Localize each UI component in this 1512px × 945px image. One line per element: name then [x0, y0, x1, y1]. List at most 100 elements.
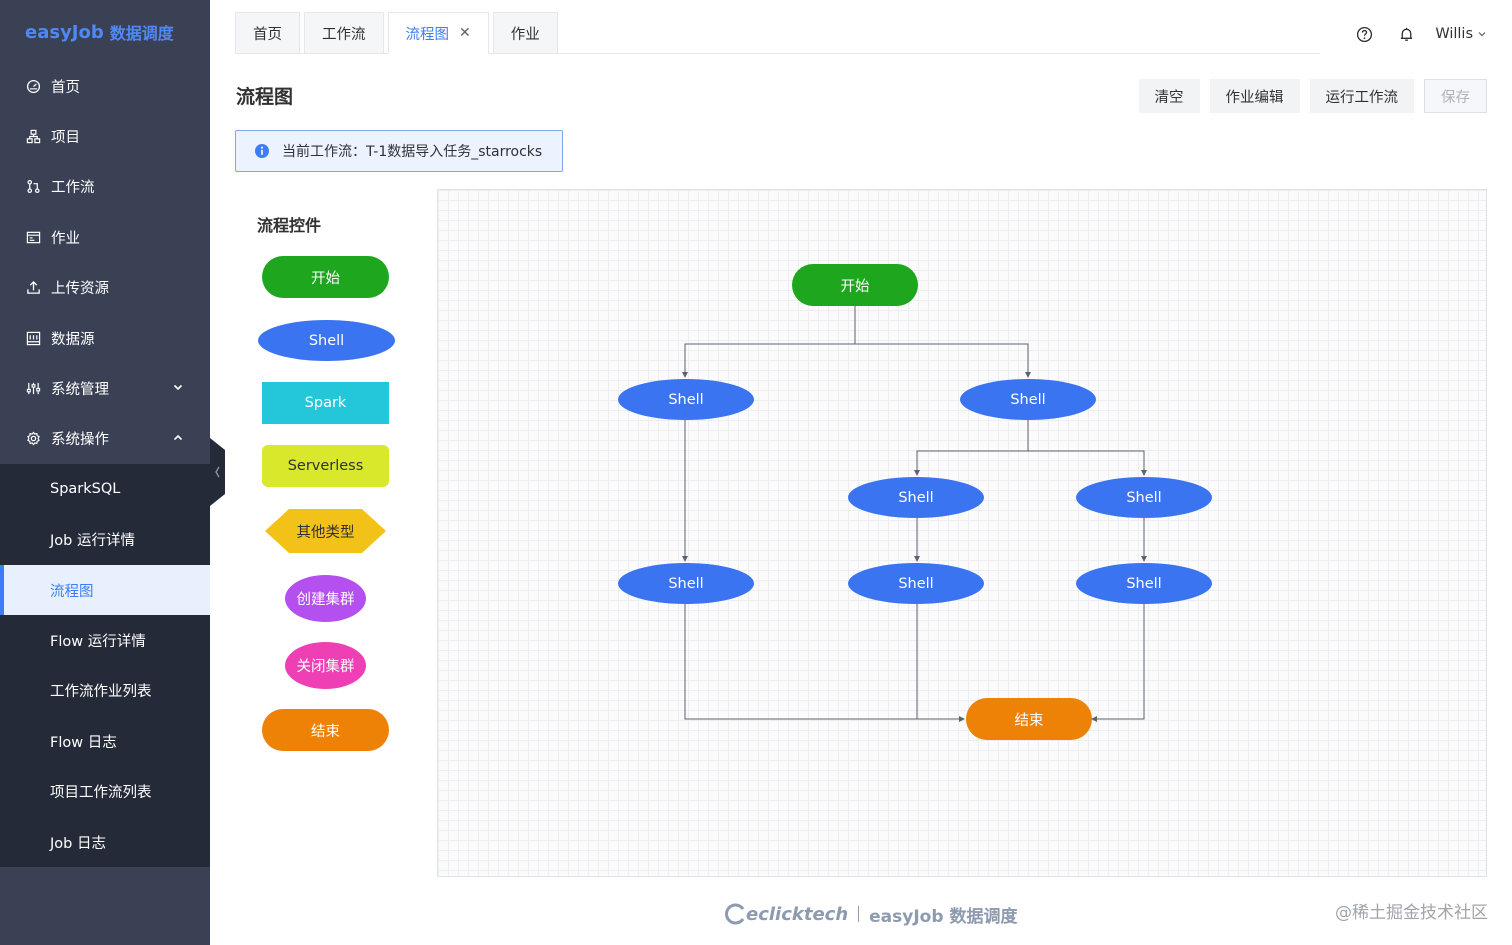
save-button[interactable]: 保存 [1424, 79, 1487, 113]
close-icon[interactable]: ✕ [459, 25, 471, 41]
watermark: @稀土掘金技术社区 [1335, 903, 1488, 923]
footer-logo: eclicktech easyJob 数据调度 [724, 900, 1017, 928]
sidebar-subitem-job-log[interactable]: Job 日志 [0, 817, 210, 867]
flow-node-shell[interactable]: Shell [1076, 477, 1212, 518]
sidebar-item-system-ops[interactable]: 系统操作 [0, 414, 210, 464]
palette-end[interactable]: 结束 [262, 709, 389, 751]
upload-icon [25, 280, 41, 296]
job-icon [25, 229, 41, 245]
flow-edges [682, 306, 1147, 722]
node-label: Shell [1126, 489, 1162, 506]
current-workflow-alert: 当前工作流：T-1数据导入任务_starrocks [235, 130, 563, 172]
sidebar-collapse-handle[interactable] [210, 438, 226, 506]
sidebar-item-datasource[interactable]: 数据源 [0, 313, 210, 363]
sidebar-item-home[interactable]: 首页 [0, 61, 210, 111]
footer-company: eclicktech [746, 903, 849, 925]
sidebar-subitem-flowchart[interactable]: 流程图 [0, 564, 210, 616]
node-label: Shell [668, 575, 704, 592]
palette-shell[interactable]: Shell [258, 320, 395, 361]
palette-close-cluster[interactable]: 关闭集群 [285, 642, 366, 689]
chevron-down-icon [173, 385, 183, 391]
flow-node-shell[interactable]: Shell [1076, 563, 1212, 604]
palette-create-cluster[interactable]: 创建集群 [285, 575, 366, 622]
tab-workflow[interactable]: 工作流 [304, 12, 384, 54]
chevron-up-icon [173, 434, 183, 440]
node-label: Shell [898, 489, 934, 506]
sidebar-subitem-flow-log[interactable]: Flow 日志 [0, 716, 210, 766]
user-name: Willis [1435, 26, 1473, 42]
tab-job[interactable]: 作业 [492, 12, 558, 54]
action-bar: 清空 作业编辑 运行工作流 保存 [1129, 79, 1487, 113]
sidebar-item-label: 系统操作 [51, 432, 109, 449]
sidebar-subitem-sparksql[interactable]: SparkSQL [0, 464, 210, 514]
flow-node-start[interactable]: 开始 [792, 264, 918, 306]
brand-name-en: easyJob [25, 21, 104, 43]
sidebar-subitem-flow-run-detail[interactable]: Flow 运行详情 [0, 615, 210, 665]
palette-label: Shell [308, 332, 345, 349]
sidebar-subitem-job-run-detail[interactable]: Job 运行详情 [0, 515, 210, 565]
flow-canvas[interactable]: 开始 Shell Shell Shell Shell Shell Shell S… [437, 189, 1487, 877]
palette-other-type[interactable]: 其他类型 [265, 509, 386, 553]
tab-label: 首页 [253, 26, 282, 43]
settings-icon [25, 431, 41, 447]
run-workflow-button[interactable]: 运行工作流 [1309, 79, 1414, 113]
palette-label: 开始 [311, 270, 340, 287]
flow-node-shell[interactable]: Shell [618, 563, 754, 604]
flow-node-shell[interactable]: Shell [960, 379, 1096, 420]
chevron-down-icon [1478, 32, 1486, 37]
tab-flowchart[interactable]: 流程图 ✕ [387, 12, 489, 54]
bell-icon[interactable] [1397, 25, 1415, 43]
tab-label: 作业 [510, 26, 540, 43]
sidebar-item-label: 上传资源 [51, 281, 109, 298]
footer-product: easyJob 数据调度 [869, 906, 1018, 927]
node-label: Shell [898, 575, 934, 592]
palette-label: 其他类型 [296, 524, 355, 541]
palette-label: 关闭集群 [296, 659, 355, 675]
eclicktech-logo-icon [725, 903, 745, 925]
node-label: Shell [1010, 391, 1046, 408]
sidebar-item-label: 系统管理 [51, 382, 109, 399]
tab-home[interactable]: 首页 [235, 12, 300, 54]
sidebar-item-job[interactable]: 作业 [0, 212, 210, 262]
sidebar-item-system-manage[interactable]: 系统管理 [0, 363, 210, 413]
edge-s7-end [1091, 603, 1145, 722]
datasource-icon [25, 330, 41, 346]
project-icon [25, 129, 41, 145]
sidebar-item-label: 首页 [51, 79, 80, 96]
user-menu[interactable]: Willis [1435, 26, 1487, 42]
help-icon[interactable] [1355, 25, 1373, 43]
clear-button[interactable]: 清空 [1138, 79, 1200, 113]
workflow-icon [25, 179, 41, 195]
edit-job-button[interactable]: 作业编辑 [1209, 79, 1300, 113]
sidebar-item-label: 工作流 [51, 180, 95, 197]
palette-title: 流程控件 [257, 216, 322, 235]
edge-s5-end [684, 603, 965, 722]
edge-start-s2 [855, 343, 1031, 378]
sidebar-subitem-workflow-job-list[interactable]: 工作流作业列表 [0, 666, 210, 716]
flow-node-shell[interactable]: Shell [848, 563, 984, 604]
sidebar-item-upload[interactable]: 上传资源 [0, 263, 210, 313]
edge-start-s1 [682, 306, 856, 378]
node-label: Shell [1126, 575, 1162, 592]
submenu-system-ops: SparkSQL Job 运行详情 流程图 Flow 运行详情 工作流作业列表 … [0, 464, 210, 868]
palette-spark[interactable]: Spark [262, 382, 389, 424]
tab-bar: 首页 工作流 流程图 ✕ 作业 [235, 12, 562, 54]
node-label: 开始 [840, 278, 870, 295]
sidebar-item-label: 数据源 [51, 331, 95, 348]
flow-node-shell[interactable]: Shell [618, 379, 754, 420]
flow-node-shell[interactable]: Shell [848, 477, 984, 518]
dashboard-icon [25, 78, 41, 94]
brand-logo[interactable]: easyJob 数据调度 [25, 19, 174, 45]
palette-serverless[interactable]: Serverless [262, 445, 389, 487]
sidebar-item-project[interactable]: 项目 [0, 111, 210, 161]
current-workflow-text: 当前工作流：T-1数据导入任务_starrocks [282, 144, 543, 160]
sidebar-subitem-project-workflow-list[interactable]: 项目工作流列表 [0, 766, 210, 816]
flow-node-end[interactable]: 结束 [966, 698, 1092, 740]
system-manage-icon [25, 381, 41, 397]
brand-name-cn: 数据调度 [109, 24, 174, 43]
palette-start[interactable]: 开始 [262, 256, 389, 298]
sidebar-item-workflow[interactable]: 工作流 [0, 162, 210, 212]
edge-s2-s3 [914, 420, 1029, 476]
header-toolbar: Willis [1331, 22, 1487, 46]
node-label: 结束 [1014, 712, 1044, 729]
